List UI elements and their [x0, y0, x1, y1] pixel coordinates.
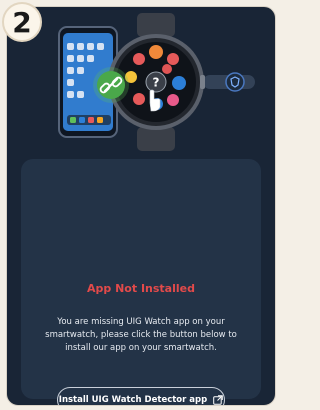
- step-number-badge: 2: [2, 2, 42, 42]
- external-link-icon: [213, 395, 224, 405]
- link-icon: [93, 67, 129, 103]
- install-button-label: Install UIG Watch Detector app: [58, 395, 208, 405]
- svg-text:?: ?: [153, 76, 160, 90]
- step-panel: ? App Not Installed You are missing UIG …: [6, 6, 276, 406]
- card-title: App Not Installed: [87, 282, 195, 295]
- install-app-button[interactable]: Install UIG Watch Detector app: [57, 387, 225, 405]
- card-description: You are missing UIG Watch app on your sm…: [45, 317, 237, 353]
- watch-phone-illustration: ?: [7, 7, 275, 157]
- question-icon: ?: [145, 71, 167, 93]
- install-card: App Not Installed You are missing UIG Wa…: [21, 159, 261, 405]
